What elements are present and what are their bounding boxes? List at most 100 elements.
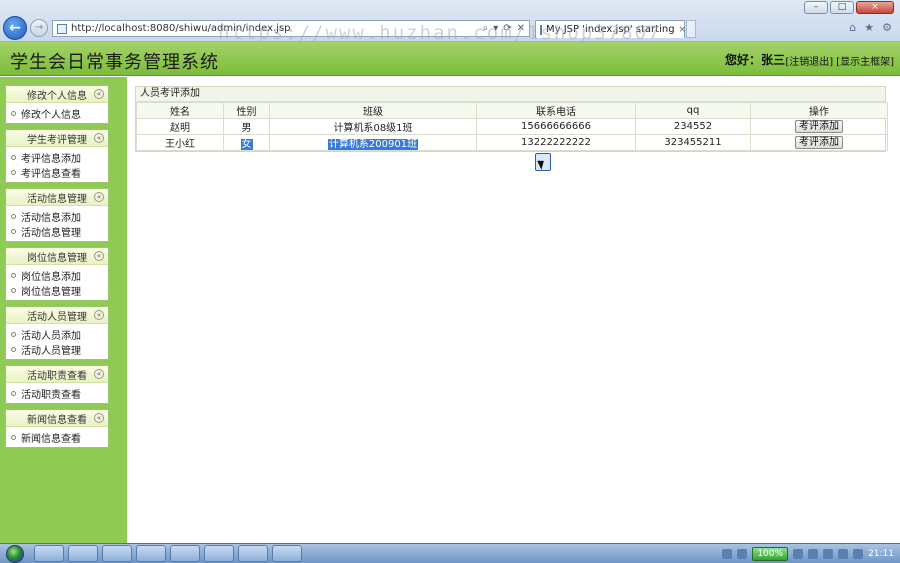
add-evaluation-button[interactable]: 考评添加: [795, 136, 843, 149]
url-text[interactable]: http://localhost:8080/shiwu/admin/index.…: [71, 23, 291, 34]
volume-icon[interactable]: [853, 548, 864, 559]
bullet-icon: [11, 332, 16, 337]
minimize-button[interactable]: –: [804, 1, 828, 14]
sidebar-item-label: 活动信息管理: [21, 228, 81, 239]
header-links: [注销退出] [显示主框架]: [785, 53, 894, 68]
gear-icon[interactable]: ⚙: [882, 21, 892, 34]
tab-page-icon: [540, 24, 542, 35]
sidebar-item-label: 修改个人信息: [21, 110, 81, 121]
sidebar-menu-header[interactable]: 学生考评管理 «: [6, 130, 108, 147]
network-icon[interactable]: [722, 548, 733, 559]
sidebar-menu-header[interactable]: 活动职责查看 «: [6, 366, 108, 383]
refresh-icon[interactable]: ⟳: [503, 23, 511, 34]
home-icon[interactable]: ⌂: [849, 21, 856, 34]
collapse-icon[interactable]: «: [94, 89, 104, 99]
collapse-icon[interactable]: «: [94, 192, 104, 202]
power-icon[interactable]: [793, 548, 804, 559]
app-title: 学生会日常事务管理系统: [10, 52, 219, 73]
taskbar-app-4[interactable]: [136, 545, 166, 562]
tab-close-icon[interactable]: ×: [679, 25, 687, 35]
logout-link[interactable]: [注销退出]: [785, 53, 833, 68]
keyboard-icon[interactable]: [737, 548, 748, 559]
sidebar-menu-group: 活动信息管理 «活动信息添加 活动信息管理: [5, 188, 109, 242]
sidebar-item[interactable]: 活动人员添加: [6, 327, 108, 342]
taskbar-app-3[interactable]: [102, 545, 132, 562]
main-content: 人员考评添加 姓名 性别 班级 联系电话 qq 操作 赵明 男 计算机系08级1…: [127, 77, 900, 543]
back-button[interactable]: ←: [3, 16, 27, 40]
sidebar-item[interactable]: 修改个人信息: [6, 106, 108, 121]
bullet-icon: [11, 273, 16, 278]
col-action: 操作: [750, 102, 888, 119]
qq-icon[interactable]: [808, 548, 819, 559]
sidebar-item[interactable]: 活动人员管理: [6, 342, 108, 357]
bullet-icon: [11, 229, 16, 234]
sidebar-item[interactable]: 活动信息管理: [6, 224, 108, 239]
browser-toolbar-icons: ⌂ ★ ⚙: [849, 21, 892, 34]
address-bar[interactable]: http://localhost:8080/shiwu/admin/index.…: [52, 20, 530, 37]
selected-gender-text: 女: [240, 139, 253, 150]
sidebar-menu-body: 活动人员添加活动人员管理: [6, 324, 108, 359]
taskbar-app-7[interactable]: [238, 545, 268, 562]
cell-action: 考评添加: [750, 134, 888, 151]
sidebar-menu-body: 活动信息添加活动信息管理: [6, 206, 108, 241]
collapse-icon[interactable]: «: [94, 413, 104, 423]
sidebar-menu-group: 活动人员管理 «活动人员添加 活动人员管理: [5, 306, 109, 360]
sidebar-menu-header[interactable]: 新闻信息查看 «: [6, 410, 108, 427]
new-tab-button[interactable]: [686, 20, 696, 38]
sidebar-menu-title: 修改个人信息: [27, 90, 87, 102]
sidebar-menu-header[interactable]: 修改个人信息 «: [6, 86, 108, 103]
taskbar-excel[interactable]: [204, 545, 234, 562]
sidebar-item-label: 活动人员管理: [21, 346, 81, 357]
taskbar-explorer[interactable]: [34, 545, 64, 562]
bullet-icon: [11, 435, 16, 440]
sidebar-item[interactable]: 活动职责查看: [6, 386, 108, 401]
stop-icon[interactable]: ✕: [517, 23, 525, 34]
collapse-icon[interactable]: «: [94, 369, 104, 379]
sidebar-menu-title: 活动人员管理: [27, 311, 87, 323]
battery-indicator[interactable]: 100%: [752, 546, 789, 561]
sidebar-item-label: 活动职责查看: [21, 390, 81, 401]
taskbar-firefox[interactable]: [68, 545, 98, 562]
sidebar-menu-title: 新闻信息查看: [27, 414, 87, 426]
taskbar-app-5[interactable]: [170, 545, 200, 562]
browser-tab[interactable]: My JSP 'index.jsp' starting ×: [535, 20, 687, 38]
taskbar-ie[interactable]: [272, 545, 302, 562]
collapse-icon[interactable]: «: [94, 251, 104, 261]
search-icon[interactable]: ⌕: [483, 23, 489, 34]
sidebar-item[interactable]: 岗位信息添加: [6, 268, 108, 283]
qq-icon[interactable]: [823, 548, 834, 559]
sidebar-item[interactable]: 新闻信息查看: [6, 430, 108, 445]
start-button[interactable]: [0, 544, 30, 563]
sidebar-menu-header[interactable]: 活动人员管理 «: [6, 307, 108, 324]
sidebar-menu-title: 学生考评管理: [27, 134, 87, 146]
show-main-frame-link[interactable]: [显示主框架]: [836, 53, 894, 68]
maximize-button[interactable]: □: [830, 1, 854, 14]
sidebar-item[interactable]: 考评信息添加: [6, 150, 108, 165]
collapse-icon[interactable]: «: [94, 310, 104, 320]
taskbar: 100% 21:11: [0, 543, 900, 563]
student-table: 姓名 性别 班级 联系电话 qq 操作 赵明 男 计算机系08级1班 15666…: [136, 102, 888, 151]
sidebar-menu-header[interactable]: 活动信息管理 «: [6, 189, 108, 206]
bullet-icon: [11, 288, 16, 293]
forward-button[interactable]: →: [30, 19, 48, 37]
sidebar-menu-group: 岗位信息管理 « 岗位信息添加 岗位信息管理: [5, 247, 109, 301]
dropdown-icon[interactable]: ▾: [493, 23, 498, 34]
sidebar-item[interactable]: 考评信息查看: [6, 165, 108, 180]
close-window-button[interactable]: ×: [856, 1, 894, 14]
favorites-star-icon[interactable]: ★: [864, 21, 874, 34]
sidebar-menu-group: 新闻信息查看 « 新闻信息查看: [5, 409, 109, 448]
collapse-icon[interactable]: «: [94, 133, 104, 143]
sidebar: 修改个人信息 «修改个人信息 学生考评管理 «考评信息添加 考评信息查看 活动信息管理 «活…: [0, 77, 127, 543]
col-gender: 性别: [223, 102, 270, 119]
app-header: 学生会日常事务管理系统 您好：张三 [注销退出] [显示主框架]: [0, 42, 900, 76]
clock[interactable]: 21:11: [868, 549, 894, 559]
address-tools: ⌕ ▾ ⟳ ✕: [483, 23, 529, 34]
add-evaluation-button[interactable]: 考评添加: [795, 120, 843, 133]
sidebar-item[interactable]: 活动信息添加: [6, 209, 108, 224]
sidebar-menu-header[interactable]: 岗位信息管理 «: [6, 248, 108, 265]
qq-icon[interactable]: [838, 548, 849, 559]
cell-qq: 234552: [635, 118, 751, 135]
sidebar-item[interactable]: 岗位信息管理: [6, 283, 108, 298]
sidebar-menu-title: 活动职责查看: [27, 370, 87, 382]
cell-name: 赵明: [136, 118, 224, 135]
